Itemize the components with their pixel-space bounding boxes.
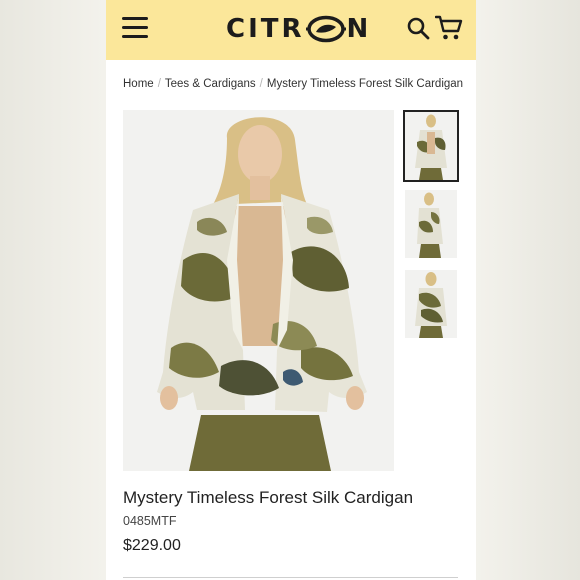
breadcrumb: Home / Tees & Cardigans / Mystery Timeless F… bbox=[123, 78, 463, 90]
search-icon[interactable] bbox=[406, 16, 430, 40]
product-thumbnail-3[interactable] bbox=[405, 270, 457, 338]
product-main-image[interactable] bbox=[123, 110, 394, 471]
product-price: $229.00 bbox=[123, 537, 181, 554]
lemon-logo-icon bbox=[305, 15, 346, 43]
breadcrumb-category-link[interactable]: Tees & Cardigans bbox=[165, 78, 256, 90]
thumbnail-photo bbox=[415, 272, 447, 338]
brand-text-end: N bbox=[346, 14, 372, 44]
product-title: Mystery Timeless Forest Silk Cardigan bbox=[123, 488, 414, 507]
thumbnail-photo bbox=[417, 192, 443, 258]
breadcrumb-separator: / bbox=[259, 78, 263, 90]
site-header: CITR N bbox=[106, 0, 476, 60]
model-photo bbox=[157, 117, 367, 471]
section-divider bbox=[123, 577, 458, 578]
breadcrumb-home-link[interactable]: Home bbox=[123, 78, 154, 90]
thumbnail-photo bbox=[415, 114, 447, 180]
product-thumbnail-1[interactable] bbox=[403, 110, 459, 182]
breadcrumb-current-page: Mystery Timeless Forest Silk Cardigan bbox=[266, 78, 464, 90]
mobile-screen: CITR N Home / Tees & Cardigans / Mystery Tim… bbox=[106, 0, 476, 580]
cart-icon[interactable] bbox=[435, 15, 463, 41]
menu-icon[interactable] bbox=[122, 17, 148, 39]
breadcrumb-separator: / bbox=[157, 78, 161, 90]
product-thumbnail-2[interactable] bbox=[405, 190, 457, 258]
brand-text-start: CITR bbox=[226, 14, 305, 44]
product-sku: 0485MTF bbox=[123, 514, 177, 528]
brand-logo[interactable]: CITR N bbox=[226, 14, 371, 44]
